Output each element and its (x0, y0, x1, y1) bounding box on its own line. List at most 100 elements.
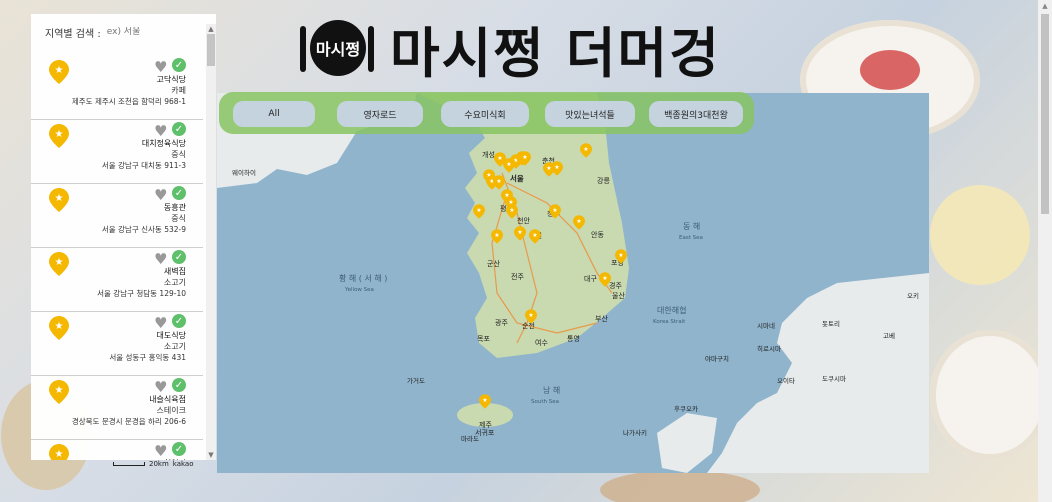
restaurant-sidebar: 지역별 검색 : ★ ♥ ✓ 고닥식당 카페 제주도 제주시 조천읍 함덕리 9… (31, 14, 216, 460)
visited-check-icon[interactable]: ✓ (172, 122, 186, 136)
svg-text:★: ★ (576, 218, 581, 225)
city-label: 통영 (567, 334, 580, 343)
list-item[interactable]: ★ ♥ ✓ 대치정육식당 중식 서울 강남구 대치동 911-3 (31, 120, 203, 184)
scale-label: 20km (149, 460, 169, 468)
restaurant-address: 서울 강남구 신사동 532-9 (101, 225, 186, 234)
map-marker-icon[interactable]: ★ (479, 394, 491, 409)
page-scrollbar[interactable]: ▲ (1038, 0, 1052, 502)
fork-icon (300, 26, 306, 72)
map-marker-icon[interactable]: ★ (551, 161, 563, 176)
svg-text:★: ★ (618, 252, 623, 259)
map-view[interactable]: 황 해 ( 서 해 ) Yellow Sea 동 해 East Sea 대한해협… (217, 93, 929, 473)
city-label: 여수 (535, 338, 548, 347)
search-label: 지역별 검색 : (45, 28, 101, 40)
list-item[interactable]: ★ ♥ ✓ 대도식당 소고기 서울 성동구 홍익동 431 (31, 312, 203, 376)
visited-check-icon[interactable]: ✓ (172, 58, 186, 72)
location-marker-icon: ★ (49, 380, 69, 404)
city-label: 부산 (595, 314, 608, 323)
restaurant-category: 중식 (171, 150, 186, 159)
visited-check-icon[interactable]: ✓ (172, 186, 186, 200)
svg-text:★: ★ (554, 164, 559, 171)
map-marker-icon[interactable]: ★ (615, 249, 627, 264)
city-label: 대구 (584, 275, 597, 283)
map-attribution: kakao (172, 460, 194, 468)
logo-badge: 마시쩡 (310, 20, 366, 76)
map-marker-icon[interactable]: ★ (525, 309, 537, 324)
city-label: 전주 (511, 272, 524, 281)
svg-text:★: ★ (528, 312, 533, 319)
svg-text:★: ★ (55, 193, 64, 204)
svg-text:★: ★ (55, 321, 64, 332)
list-item[interactable]: ★ ♥ ✓ 동흥관 중식 서울 강남구 신사동 532-9 (31, 184, 203, 248)
city-label: 서울 (510, 173, 524, 183)
map-marker-icon[interactable]: ★ (580, 143, 592, 158)
category-tab-bar: All 영자로드 수요미식회 맛있는녀석들 백종원의3대천왕 (219, 92, 754, 134)
list-item[interactable]: ★ ♥ ✓ 내슬식육점 스테이크 경상북도 문경시 문경읍 하리 206-6 (31, 376, 203, 440)
sea-label: 대한해협 (657, 305, 686, 315)
scroll-down-arrow-icon[interactable]: ▼ (206, 450, 216, 460)
restaurant-address: 서울 강남구 대치동 911-3 (101, 161, 186, 170)
map-marker-icon[interactable]: ★ (529, 229, 541, 244)
tab-tasty-guys[interactable]: 맛있는녀석들 (545, 101, 635, 127)
map-marker-icon[interactable]: ★ (491, 229, 503, 244)
background-food-decoration (600, 470, 760, 502)
location-marker-icon: ★ (49, 252, 69, 276)
tab-three-kings[interactable]: 백종원의3대천왕 (649, 101, 743, 127)
restaurant-address: 서울 강남구 청담동 129-10 (97, 289, 186, 298)
map-marker-icon[interactable]: ★ (514, 226, 526, 241)
site-header: 마시쩡 마시쩡 더머겅 (300, 12, 721, 85)
svg-text:★: ★ (497, 155, 502, 162)
restaurant-category: 중식 (171, 214, 186, 223)
tab-all[interactable]: All (233, 101, 315, 127)
visited-check-icon[interactable]: ✓ (172, 314, 186, 328)
site-title: 마시쩡 더머겅 (390, 21, 721, 85)
restaurant-name: 고닥식당 (156, 75, 186, 84)
background-strawberries (860, 50, 920, 90)
svg-text:★: ★ (55, 129, 64, 140)
map-canvas[interactable]: 황 해 ( 서 해 ) Yellow Sea 동 해 East Sea 대한해협… (217, 93, 929, 473)
visited-check-icon[interactable]: ✓ (172, 442, 186, 456)
list-item[interactable]: ★ ♥ ✓ 새벽집 소고기 서울 강남구 청담동 129-10 (31, 248, 203, 312)
tab-wednesday-food-talk[interactable]: 수요미식회 (441, 101, 529, 127)
map-marker-icon[interactable]: ★ (599, 272, 611, 287)
city-label: 천안 (517, 216, 530, 225)
sea-label-en: East Sea (679, 235, 703, 241)
visited-check-icon[interactable]: ✓ (172, 250, 186, 264)
site-logo[interactable]: 마시쩡 (300, 18, 380, 78)
tab-youngja-road[interactable]: 영자로드 (337, 101, 423, 127)
map-marker-icon[interactable]: ★ (473, 204, 485, 219)
city-label: 고베 (883, 331, 895, 340)
page-scroll-up-icon[interactable]: ▲ (1038, 0, 1052, 12)
location-marker-icon: ★ (49, 124, 69, 148)
city-label: 도쿠시마 (822, 374, 846, 383)
restaurant-category: 스테이크 (156, 406, 186, 415)
map-marker-icon[interactable]: ★ (493, 175, 505, 190)
restaurant-address: 제주도 제주시 조천읍 함덕리 968-1 (71, 97, 186, 106)
sea-label-en: South Sea (531, 399, 559, 405)
list-item[interactable]: ★ ♥ ✓ 고닥식당 카페 제주도 제주시 조천읍 함덕리 968-1 (31, 56, 203, 120)
svg-text:★: ★ (482, 397, 487, 404)
page-scroll-thumb[interactable] (1041, 14, 1049, 214)
restaurant-address: 서울 성동구 홍익동 431 (109, 353, 186, 362)
city-label: 군산 (487, 259, 500, 268)
city-label: 오키 (907, 291, 919, 300)
scroll-thumb[interactable] (207, 34, 215, 66)
list-item[interactable]: ★ ♥ ✓ 회영정 (31, 440, 203, 460)
city-label: 마라도 (461, 434, 479, 443)
svg-text:★: ★ (55, 449, 64, 460)
region-search-input[interactable] (106, 27, 197, 37)
location-marker-icon: ★ (49, 316, 69, 340)
sidebar-scrollbar[interactable]: ▲ ▼ (206, 24, 216, 460)
map-marker-icon[interactable]: ★ (506, 204, 518, 219)
visited-check-icon[interactable]: ✓ (172, 378, 186, 392)
map-marker-icon[interactable]: ★ (519, 151, 531, 166)
city-label: 나가사키 (623, 428, 647, 437)
map-marker-icon[interactable]: ★ (549, 204, 561, 219)
city-label: 가거도 (407, 376, 425, 385)
map-marker-icon[interactable]: ★ (573, 215, 585, 230)
scroll-up-arrow-icon[interactable]: ▲ (206, 24, 216, 34)
city-label: 돗토리 (822, 319, 840, 328)
city-label: 경주 (609, 281, 622, 290)
restaurant-name: 새벽집 (163, 267, 186, 276)
sea-label: 황 해 ( 서 해 ) (339, 273, 387, 283)
